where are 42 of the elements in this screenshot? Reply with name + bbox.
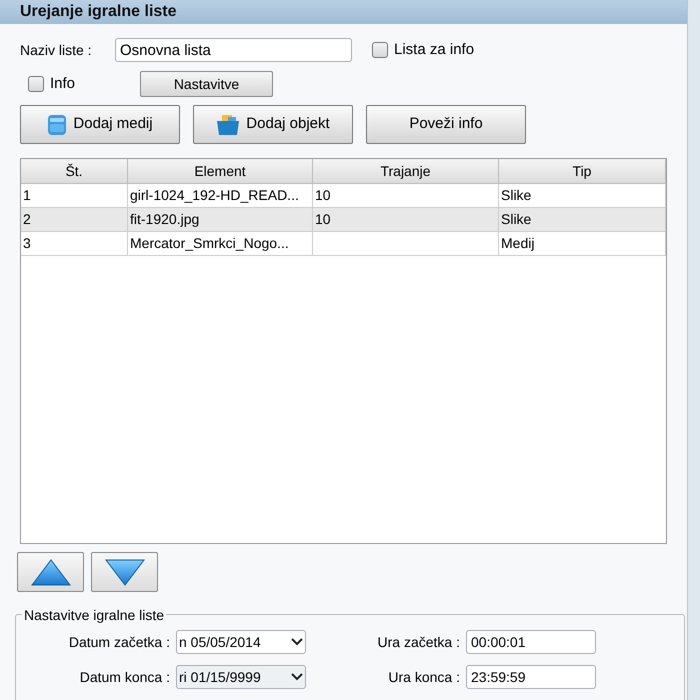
toolbar-button[interactable]: Dodaj objekt (193, 105, 353, 144)
chevron-down-icon (291, 638, 303, 646)
checkbox[interactable] (372, 42, 388, 58)
table-cell-text: Slike (501, 186, 532, 205)
table-cell-text: Mercator_Smrkci_Nogo... (130, 234, 289, 253)
table-cell-text: 10 (315, 186, 331, 205)
field-label: Naziv liste : (20, 40, 93, 60)
toolbar-button[interactable]: Poveži info (366, 105, 526, 144)
chevron-down-icon (291, 673, 303, 681)
down-triangle-icon (102, 556, 146, 588)
table-cell-text: Slike (501, 210, 532, 229)
window-title: Urejanje igralne liste (20, 2, 177, 22)
move-down-button[interactable] (91, 552, 158, 592)
column-header[interactable]: Št. (21, 159, 128, 183)
table-cell-text: 3 (23, 234, 31, 253)
checkbox-label: Info (50, 74, 76, 94)
date-picker[interactable]: n 05/05/2014 (176, 630, 306, 654)
column-header[interactable]: Tip (499, 159, 666, 183)
time-field[interactable]: 00:00:01 (466, 630, 596, 654)
table-cell-text: 1 (23, 186, 31, 205)
up-triangle-icon (28, 556, 72, 588)
folder-icon (216, 114, 240, 136)
time-field[interactable]: 23:59:59 (466, 665, 596, 689)
date-picker[interactable]: ri 01/15/9999 (176, 665, 306, 689)
column-header[interactable]: Trajanje (313, 159, 499, 183)
field-label: Datum začetka : (68, 632, 171, 652)
table-cell-text: fit-1920.jpg (130, 210, 200, 229)
toolbar-button[interactable]: Dodaj medij (20, 105, 180, 144)
move-up-button[interactable] (17, 552, 84, 592)
table-cell-text: girl-1024_192-HD_READ... (130, 186, 299, 205)
table-cell-text: 10 (315, 210, 331, 229)
field-label: Ura začetka : (376, 632, 461, 652)
column-header[interactable]: Element (128, 159, 313, 183)
table-cell-text: Medij (501, 234, 534, 253)
field-label: Ura konca : (387, 668, 461, 686)
field-label: Datum konca : (78, 668, 171, 686)
settings-button[interactable]: Nastavitve (140, 71, 273, 97)
checkbox[interactable] (28, 76, 44, 92)
checkbox-label: Lista za info (394, 40, 474, 60)
table-cell-text: 2 (23, 210, 31, 229)
media-icon (47, 114, 68, 136)
name-field[interactable]: Osnovna lista (115, 38, 352, 62)
